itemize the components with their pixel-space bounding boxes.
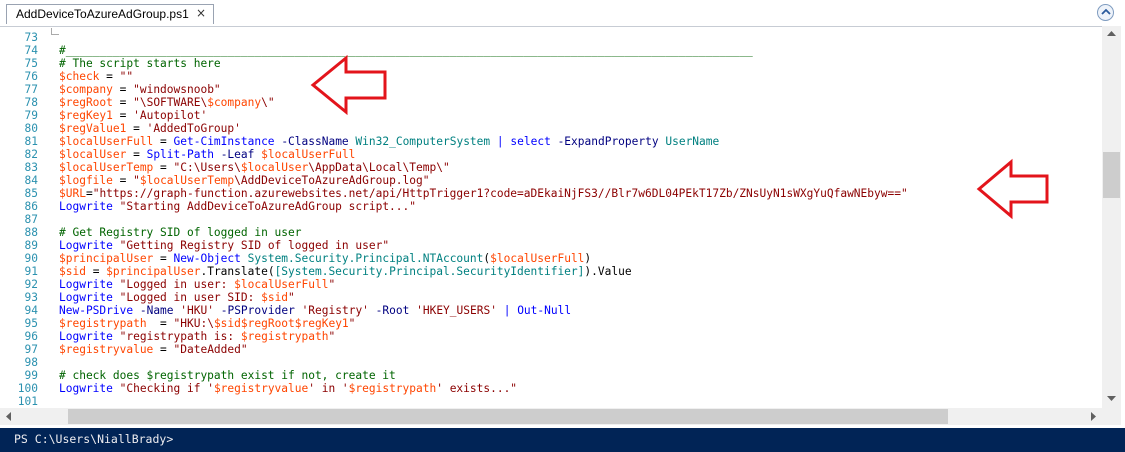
- annotation-arrow-left-icon: [310, 54, 387, 116]
- annotation-overlay: [310, 54, 1049, 220]
- annotation-arrow-left-icon: [976, 158, 1049, 220]
